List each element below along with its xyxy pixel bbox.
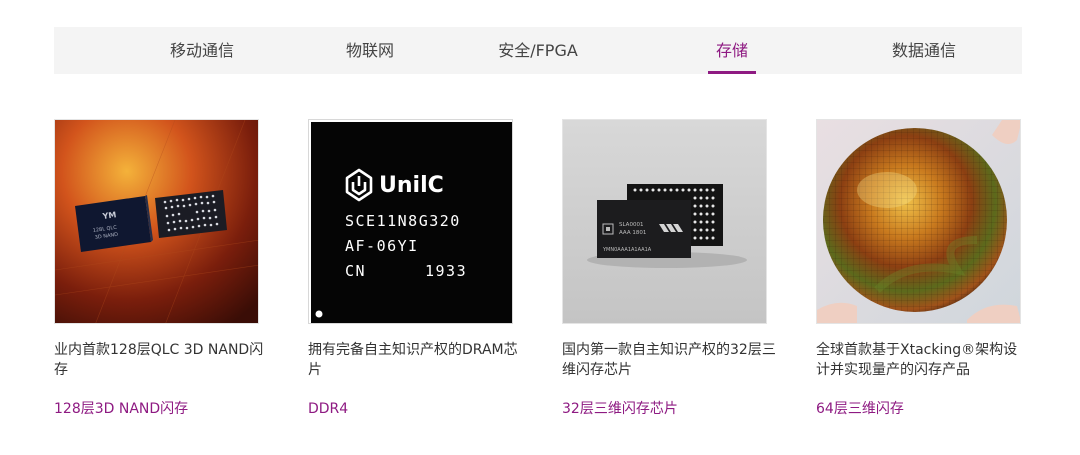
product-tag-link[interactable]: 128层3D NAND闪存: [54, 399, 188, 419]
xtacking-wafer-image: [816, 119, 1021, 324]
tab-storage[interactable]: 存储: [672, 27, 792, 74]
tab-label: 数据通信: [891, 41, 956, 60]
chip-marking: CN: [345, 262, 366, 280]
unilc-dram-chip-image: UnilC SCE11N8G320 AF-06YI CN 1933: [308, 119, 513, 324]
product-description: 业内首款128层QLC 3D NAND闪存: [54, 342, 264, 378]
32-layer-nand-chip-image: SLA0001 AAA 1801 YMN0AAA1A1AA1A: [562, 119, 767, 324]
product-description: 国内第一款自主知识产权的32层三维闪存芯片: [562, 342, 776, 378]
product-card-ddr4[interactable]: UnilC SCE11N8G320 AF-06YI CN 1933 拥有完备自主…: [308, 119, 518, 417]
product-tag-link[interactable]: 32层三维闪存芯片: [562, 399, 678, 419]
tab-label: 物联网: [345, 41, 394, 60]
tab-mobile-communication[interactable]: 移动通信: [142, 27, 262, 74]
product-card-qlc-nand[interactable]: YM 128L QLC 3D NAND 业内首款128层QLC 3D NAND闪…: [54, 119, 263, 417]
chip-marking: AAA 1801: [619, 230, 646, 236]
qlc-nand-chip-image: YM 128L QLC 3D NAND: [54, 119, 259, 324]
tab-label: 存储: [715, 41, 748, 60]
tab-label: 移动通信: [169, 41, 234, 60]
product-card-xtacking[interactable]: 全球首款基于Xtacking®架构设计并实现量产的闪存产品 64层三维闪存: [816, 119, 1021, 417]
chip-marking: SCE11N8G320: [345, 212, 461, 230]
chip-marking: 1933: [425, 262, 467, 280]
tab-security-fpga[interactable]: 安全/FPGA: [478, 27, 598, 74]
product-description: 全球首款基于Xtacking®架构设计并实现量产的闪存产品: [816, 342, 1018, 378]
product-description: 拥有完备自主知识产权的DRAM芯片: [308, 342, 518, 378]
product-tag-link[interactable]: DDR4: [308, 399, 348, 419]
tab-label: 安全/FPGA: [498, 41, 578, 60]
chip-marking: YMN0AAA1A1AA1A: [602, 247, 652, 253]
chip-brand: UnilC: [379, 173, 444, 198]
chip-marking: SLA0001: [619, 222, 643, 228]
product-category-tabs: 移动通信 物联网 安全/FPGA 存储 数据通信: [54, 27, 1022, 74]
product-tag-link[interactable]: 64层三维闪存: [816, 399, 904, 419]
tab-data-communication[interactable]: 数据通信: [864, 27, 984, 74]
tab-active-underline: [708, 71, 756, 74]
chip-marking: AF-06YI: [345, 237, 419, 255]
tab-iot[interactable]: 物联网: [310, 27, 430, 74]
product-card-32-layer-nand[interactable]: SLA0001 AAA 1801 YMN0AAA1A1AA1A 国内第一款自主知…: [562, 119, 776, 417]
